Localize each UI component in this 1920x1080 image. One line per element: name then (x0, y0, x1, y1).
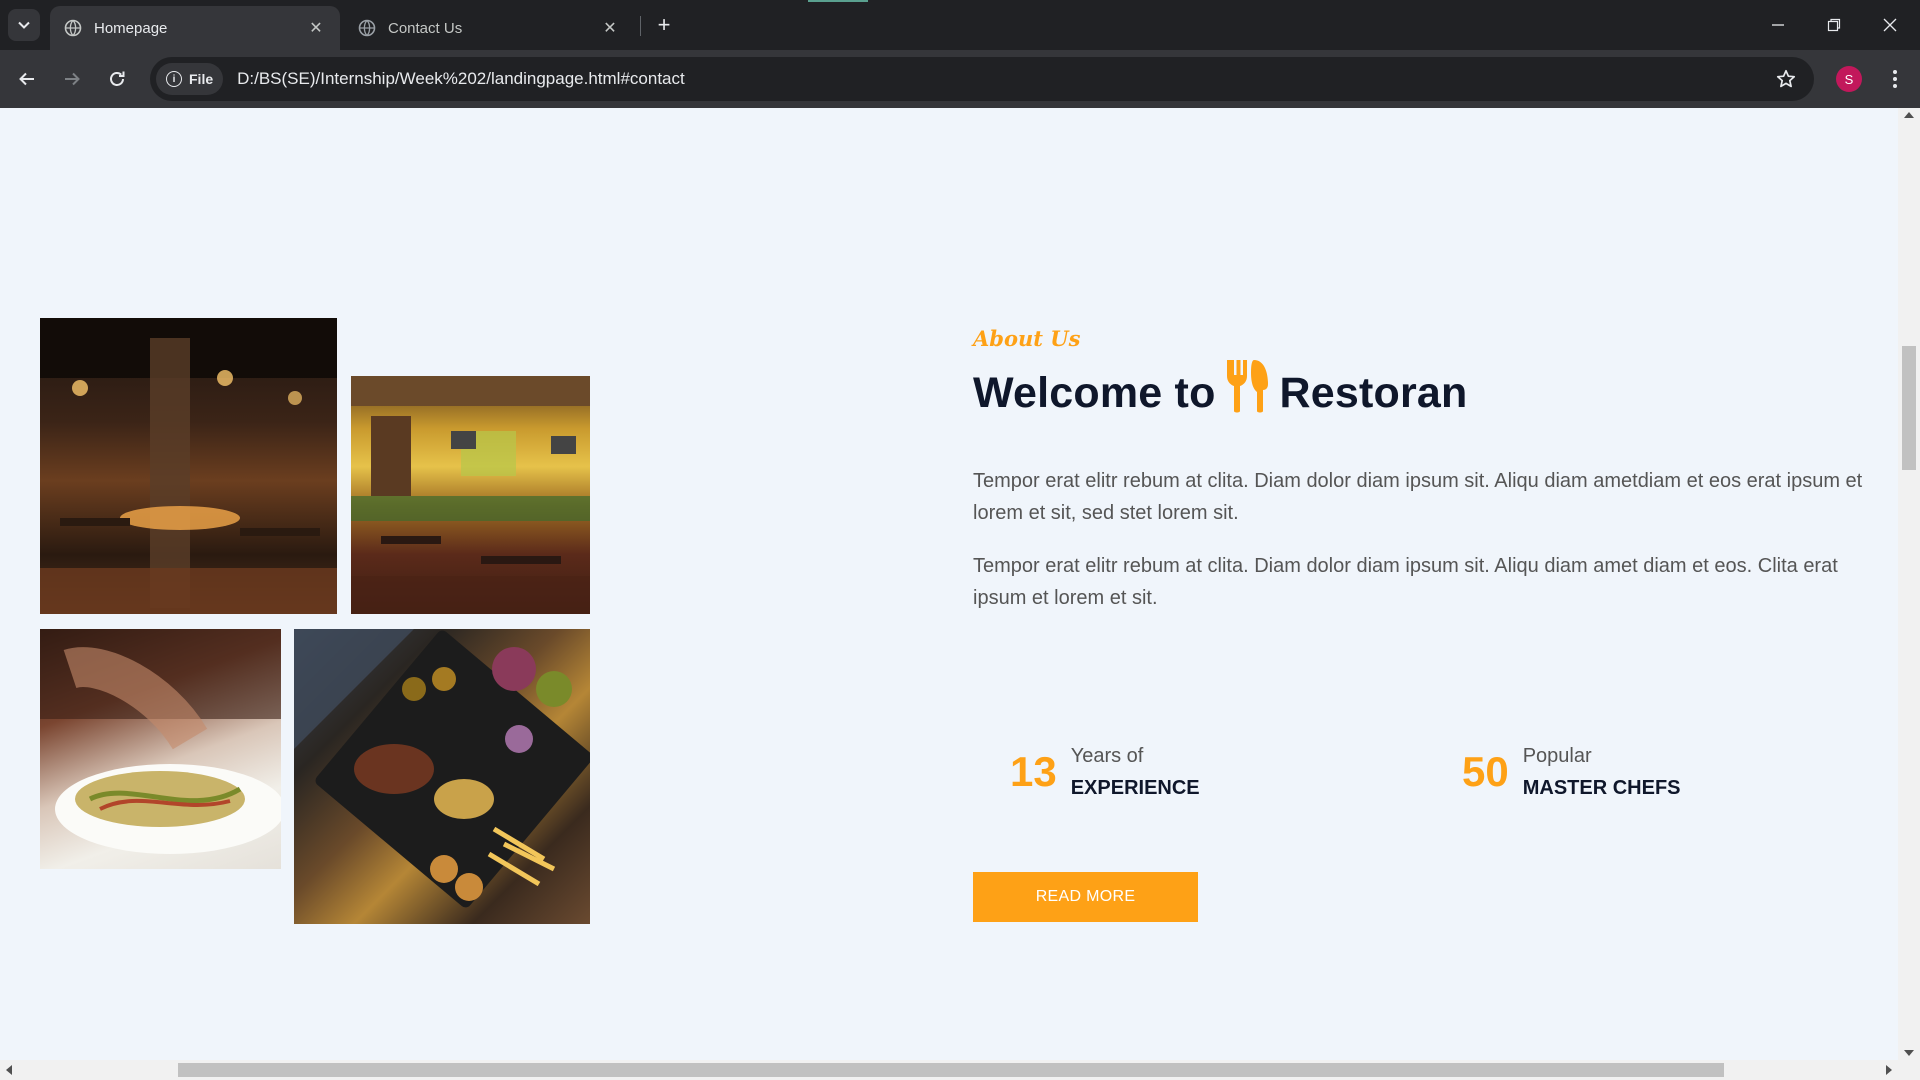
stat-number: 50 (1462, 748, 1509, 795)
site-info-chip[interactable]: i File (156, 63, 224, 95)
close-window-button[interactable] (1862, 0, 1918, 50)
stat-number: 13 (1010, 748, 1057, 795)
close-icon[interactable]: ✕ (600, 18, 620, 38)
more-vert-icon (1893, 70, 1897, 88)
stat-text: Popular MASTER CHEFS (1523, 740, 1681, 804)
page-viewport: About Us Welcome to Restoran Tempor erat… (0, 108, 1920, 1080)
globe-icon (64, 19, 82, 37)
arrow-left-icon (19, 72, 34, 86)
stat-label-bottom: MASTER CHEFS (1522, 777, 1681, 799)
salad-dish-illustration (40, 629, 281, 854)
horizontal-scrollbar[interactable] (0, 1060, 1920, 1080)
tab-title: Contact Us (388, 19, 463, 37)
tab-title: Homepage (94, 19, 168, 37)
reload-button[interactable] (100, 62, 134, 96)
scroll-down-arrow-icon[interactable] (1904, 1050, 1914, 1056)
tab-search-button[interactable] (8, 9, 40, 41)
address-bar[interactable]: i File D:/BS(SE)/Internship/Week%202/lan… (150, 57, 1814, 101)
grilled-platter-illustration (294, 629, 590, 908)
utensils-icon (1226, 360, 1268, 413)
profile-avatar[interactable]: S (1836, 66, 1862, 92)
tab-contact-us[interactable]: Contact Us ✕ (344, 6, 634, 50)
grilled-platter-image (294, 629, 590, 924)
restore-button[interactable] (1806, 0, 1862, 50)
site-info-label: File (189, 71, 214, 87)
restaurant-interior-illustration (40, 318, 337, 614)
forward-button[interactable] (55, 62, 89, 96)
bookmark-star-icon[interactable] (1774, 67, 1798, 91)
vertical-scrollbar[interactable] (1898, 108, 1920, 1060)
about-paragraph: Tempor erat elitr rebum at clita. Diam d… (973, 470, 1863, 524)
minimize-icon (1772, 24, 1784, 26)
salad-dish-image (40, 629, 281, 869)
heading-text-end: Restoran (1279, 369, 1468, 417)
heading-text-start: Welcome to (973, 369, 1216, 417)
close-icon (1883, 18, 1897, 32)
section-label: About Us (973, 326, 1081, 351)
url-text[interactable]: D:/BS(SE)/Internship/Week%202/landingpag… (237, 69, 1774, 89)
reload-icon (110, 71, 125, 86)
browser-menu-button[interactable] (1880, 64, 1910, 94)
minimize-button[interactable] (1750, 0, 1806, 50)
tab-indicator-line (808, 0, 868, 2)
back-button[interactable] (10, 62, 44, 96)
read-more-button[interactable]: READ MORE (973, 872, 1198, 922)
restaurant-interior-image (40, 318, 337, 614)
tab-homepage[interactable]: Homepage ✕ (50, 6, 340, 50)
tab-separator (640, 16, 641, 36)
arrow-right-icon (65, 72, 80, 86)
browser-toolbar: i File D:/BS(SE)/Internship/Week%202/lan… (0, 50, 1920, 108)
globe-icon (358, 19, 376, 37)
restaurant-bar-illustration (351, 376, 590, 614)
about-paragraph: Tempor erat elitr rebum at clita. Diam d… (973, 555, 1838, 609)
stat-text: Years of EXPERIENCE (1071, 740, 1200, 804)
stat-master-chefs: 50 Popular MASTER CHEFS (1462, 740, 1681, 804)
horizontal-scroll-thumb[interactable] (178, 1063, 1724, 1077)
stat-experience: 13 Years of EXPERIENCE (1010, 740, 1200, 804)
info-icon: i (166, 71, 182, 87)
close-icon[interactable]: ✕ (306, 18, 326, 38)
restaurant-bar-image (351, 376, 590, 614)
scroll-up-arrow-icon[interactable] (1904, 112, 1914, 118)
stat-label-bottom: EXPERIENCE (1070, 777, 1200, 799)
browser-tabstrip: Homepage ✕ Contact Us ✕ + (0, 0, 1920, 50)
chevron-down-icon (18, 21, 30, 29)
scroll-right-arrow-icon[interactable] (1886, 1065, 1892, 1075)
vertical-scroll-thumb[interactable] (1902, 346, 1916, 470)
stat-label-top: Popular (1522, 745, 1592, 767)
scroll-left-arrow-icon[interactable] (6, 1065, 12, 1075)
page-title: Welcome to Restoran (973, 358, 1468, 418)
new-tab-button[interactable]: + (650, 11, 678, 39)
stat-label-top: Years of (1070, 745, 1144, 767)
restore-icon (1827, 18, 1841, 32)
